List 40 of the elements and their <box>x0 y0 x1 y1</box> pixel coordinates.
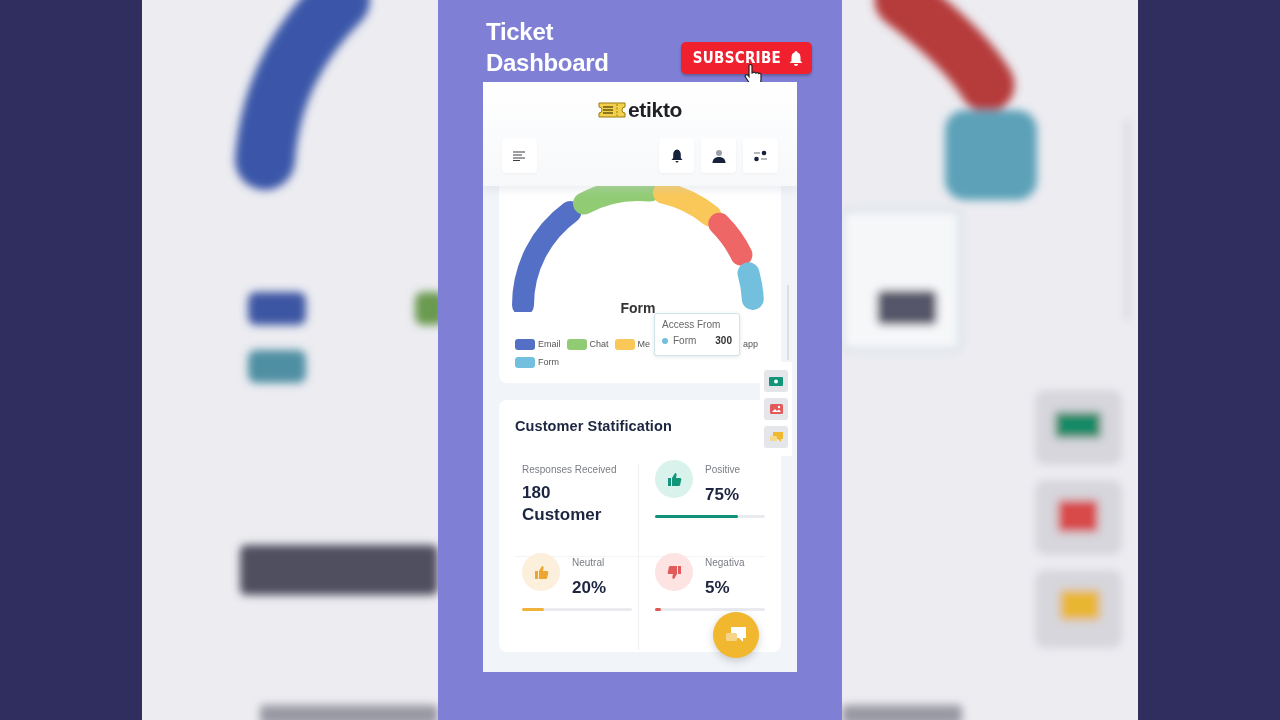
video-title: Ticket Dashboard <box>486 17 610 78</box>
tooltip-title: Access From <box>662 319 722 330</box>
stat-value: 5% <box>705 578 731 598</box>
image-icon <box>769 404 783 414</box>
toggles-icon <box>753 149 768 162</box>
stat-label: Responses Received <box>522 464 618 475</box>
series-name: Form <box>673 335 697 346</box>
stat-value: 180 Customer <box>522 482 603 526</box>
stat-label: Negativa <box>705 557 746 568</box>
thumbs-up-icon <box>532 563 550 581</box>
ticket-icon <box>597 101 626 119</box>
center-label: Form <box>619 300 657 316</box>
profile-button[interactable] <box>701 138 736 173</box>
toolbar-item[interactable] <box>764 370 788 392</box>
stat-value: 20% <box>572 578 608 598</box>
legend-label: Me <box>637 339 651 349</box>
stat-label: Neutral <box>572 557 606 568</box>
chat-icon <box>769 431 783 443</box>
thumbs-down-icon <box>665 563 683 581</box>
menu-button[interactable] <box>502 138 537 173</box>
thumbs-up-icon <box>665 470 683 488</box>
user-icon <box>711 148 726 163</box>
notification-button[interactable] <box>659 138 694 173</box>
chat-icon <box>725 626 747 644</box>
legend-label: Email <box>538 339 561 349</box>
bell-icon <box>670 148 683 163</box>
stat-value: 75% <box>705 485 741 505</box>
legend-label: Form <box>538 357 559 367</box>
subscribe-button[interactable]: SUBSCRIBE <box>680 42 812 74</box>
bell-icon <box>789 50 803 66</box>
toolbar-item[interactable] <box>764 398 788 420</box>
card-title: Customer Statification <box>515 418 673 434</box>
app-logo: etikto <box>627 98 683 122</box>
cash-icon <box>769 376 783 386</box>
stat-label: Positive <box>705 464 741 475</box>
menu-icon <box>513 150 526 161</box>
legend-label: app <box>743 339 759 349</box>
settings-button[interactable] <box>743 138 778 173</box>
legend-label: Chat <box>589 339 609 349</box>
series-value: 300 <box>715 335 732 346</box>
